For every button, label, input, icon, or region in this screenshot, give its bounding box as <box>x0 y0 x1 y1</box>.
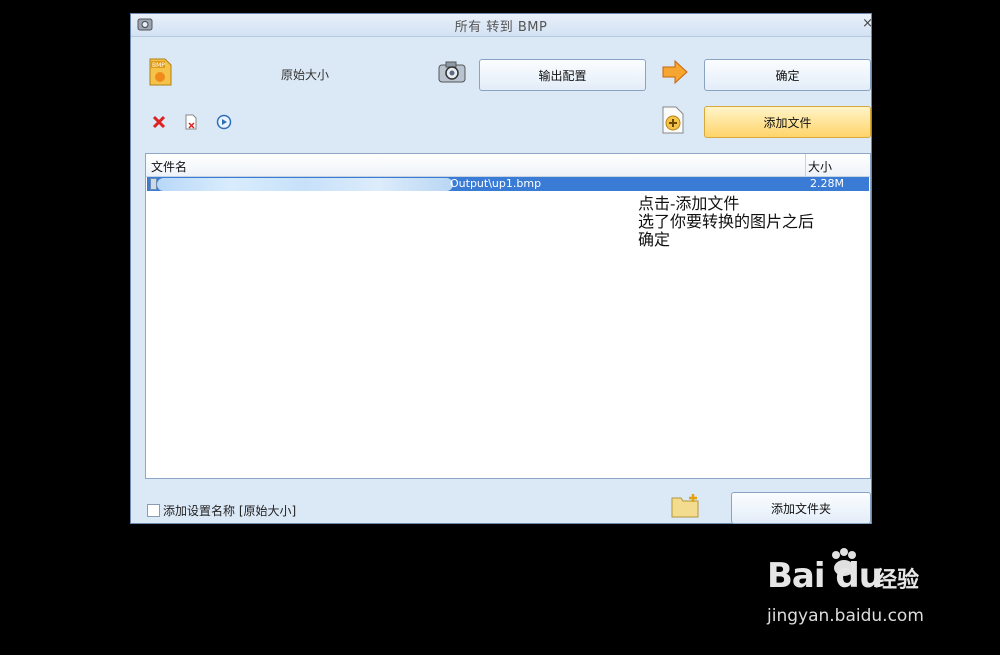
bmp-file-icon: BMP <box>149 58 172 86</box>
arrow-right-icon <box>662 59 688 85</box>
converter-window: 所有 转到 BMP × BMP 原始大小 输出配置 确定 添加文件 文件名 大小… <box>130 13 873 524</box>
add-setting-name-option[interactable]: 添加设置名称 [原始大小] <box>147 502 296 519</box>
file-size: 2.28M <box>810 177 844 190</box>
delete-icon[interactable] <box>151 114 167 130</box>
checkbox-label: 添加设置名称 [原始大小] <box>163 504 297 518</box>
annotation-line: 选了你要转换的图片之后 <box>638 212 815 231</box>
svg-text:BMP: BMP <box>152 62 165 69</box>
camera-icon[interactable] <box>437 60 467 84</box>
redacted-path <box>157 178 453 191</box>
window-title: 所有 转到 BMP <box>454 20 548 35</box>
add-folder-icon <box>671 494 699 518</box>
column-header-name[interactable]: 文件名 <box>151 158 187 175</box>
list-header: 文件名 大小 <box>146 154 870 177</box>
table-row[interactable]: Output\up1.bmp 2.28M <box>147 177 869 191</box>
watermark-brand: Bai du <box>767 556 883 596</box>
close-icon[interactable]: × <box>862 16 873 31</box>
add-file-icon <box>662 106 684 134</box>
annotation-line: 点击-添加文件 <box>638 194 740 213</box>
ok-button[interactable]: 确定 <box>704 59 871 91</box>
add-folder-button[interactable]: 添加文件夹 <box>731 492 871 524</box>
file-path: Output\up1.bmp <box>450 177 542 190</box>
title-bar: 所有 转到 BMP × <box>131 14 873 37</box>
remove-file-icon[interactable] <box>183 114 199 130</box>
checkbox[interactable] <box>147 504 160 517</box>
file-icon <box>150 178 157 190</box>
preview-icon[interactable] <box>216 114 232 130</box>
size-mode-label: 原始大小 <box>281 68 330 82</box>
column-header-size[interactable]: 大小 <box>808 158 832 175</box>
add-file-button[interactable]: 添加文件 <box>704 106 871 138</box>
watermark-url: jingyan.baidu.com <box>767 606 924 626</box>
column-divider <box>805 154 806 176</box>
output-config-button[interactable]: 输出配置 <box>479 59 646 91</box>
file-list[interactable]: 文件名 大小 Output\up1.bmp 2.28M 点击-添加文件 选了你要… <box>145 153 871 479</box>
baidu-watermark: Bai du 经验 jingyan.baidu.com <box>765 548 955 636</box>
watermark-suffix: 经验 <box>875 568 920 593</box>
annotation-line: 确定 <box>638 230 671 249</box>
instruction-annotation: 点击-添加文件 选了你要转换的图片之后 确定 <box>638 195 814 249</box>
